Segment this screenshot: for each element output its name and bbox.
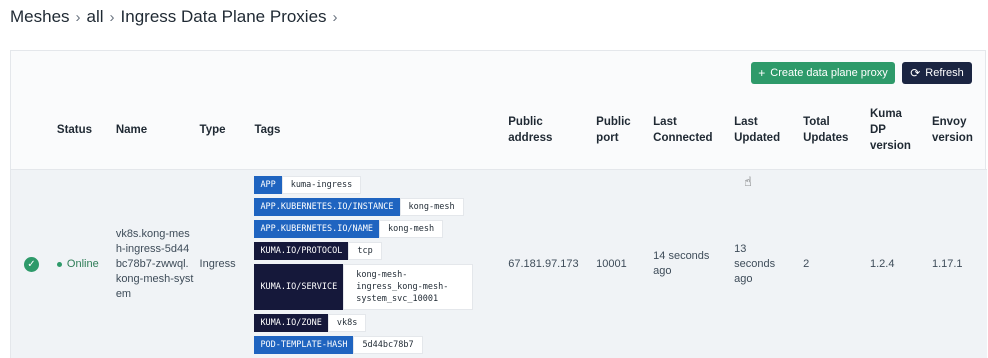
row-select-cell: ✓ — [11, 169, 57, 358]
proxies-table: Status Name Type Tags Public address Pub… — [11, 91, 987, 358]
chevron-right-icon: › — [332, 8, 338, 26]
tag-value: tcp — [348, 242, 382, 261]
breadcrumb-ingress-proxies[interactable]: Ingress Data Plane Proxies — [121, 7, 327, 27]
toolbar: + Create data plane proxy ⟳ Refresh — [751, 62, 972, 84]
header-select — [11, 91, 57, 169]
refresh-icon: ⟳ — [910, 66, 921, 80]
header-public-address[interactable]: Public address — [508, 91, 596, 169]
tag-key: APP — [254, 176, 282, 195]
tag-chip: APP.KUBERNETES.IO/INSTANCE kong-mesh — [254, 198, 508, 217]
tag-value: kong-mesh — [379, 220, 444, 239]
tag-chip: POD-TEMPLATE-HASH 5d44bc78b7 — [254, 336, 508, 355]
table-row[interactable]: ✓ Online vk8s.kong-mesh-ingress-5d44bc78… — [11, 169, 987, 358]
header-kuma-dp-version[interactable]: Kuma DP version — [870, 91, 932, 169]
public-port-cell: 10001 — [596, 257, 627, 270]
tags-list: APP kuma-ingress APP.KUBERNETES.IO/INSTANC… — [254, 174, 508, 355]
check-circle-icon[interactable]: ✓ — [24, 256, 39, 272]
status-cell: Online — [56, 169, 116, 358]
create-proxy-label: Create data plane proxy — [770, 67, 888, 79]
table-header-row: Status Name Type Tags Public address Pub… — [11, 91, 987, 169]
breadcrumb-meshes[interactable]: Meshes — [10, 7, 70, 27]
tag-key: POD-TEMPLATE-HASH — [254, 336, 354, 355]
tag-value: vk8s — [327, 314, 367, 333]
tag-value: kuma-ingress — [281, 176, 362, 195]
tag-key: KUMA.IO/SERVICE — [254, 264, 344, 311]
tag-chip: KUMA.IO/SERVICE kong-mesh-ingress_kong-me… — [254, 264, 508, 311]
type-cell: Ingress — [199, 257, 236, 270]
tag-chip: KUMA.IO/ZONE vk8s — [254, 314, 508, 333]
header-type[interactable]: Type — [200, 91, 255, 169]
tag-key: APP.KUBERNETES.IO/INSTANCE — [254, 198, 400, 217]
proxies-panel: + Create data plane proxy ⟳ Refresh Stat… — [10, 50, 987, 358]
last-connected-cell: 14 seconds ago — [653, 250, 710, 278]
envoy-version-cell: 1.17.1 — [931, 257, 963, 270]
chevron-right-icon: › — [109, 8, 115, 26]
last-updated-cell: 13 seconds ago — [734, 242, 776, 285]
tag-value: kong-mesh-ingress_kong-mesh-system_svc_1… — [343, 264, 474, 311]
tag-chip: APP kuma-ingress — [254, 176, 508, 195]
create-proxy-button[interactable]: + Create data plane proxy — [751, 62, 895, 84]
tag-chip: APP.KUBERNETES.IO/NAME kong-mesh — [254, 220, 508, 239]
proxy-name[interactable]: vk8s.kong-mesh-ingress-5d44bc78b7-zwwql.… — [116, 228, 194, 300]
chevron-right-icon: › — [75, 8, 81, 26]
header-tags[interactable]: Tags — [254, 91, 508, 169]
tag-key: APP.KUBERNETES.IO/NAME — [254, 220, 380, 239]
plus-icon: + — [758, 66, 766, 80]
header-last-connected[interactable]: Last Connected — [653, 91, 734, 169]
refresh-label: Refresh — [925, 67, 964, 79]
total-updates-cell: 2 — [803, 257, 810, 270]
kuma-dp-version-cell: 1.2.4 — [870, 257, 895, 270]
header-envoy-version[interactable]: Envoy version — [932, 91, 987, 169]
tag-chip: KUMA.IO/PROTOCOL tcp — [254, 242, 508, 261]
refresh-button[interactable]: ⟳ Refresh — [902, 62, 972, 84]
public-address-cell: 67.181.97.173 — [508, 257, 579, 270]
status-text: Online — [66, 257, 99, 270]
tag-value: 5d44bc78b7 — [353, 336, 423, 355]
breadcrumb-all[interactable]: all — [87, 7, 104, 27]
tag-key: KUMA.IO/PROTOCOL — [254, 242, 349, 261]
header-status[interactable]: Status — [57, 91, 116, 169]
name-cell: vk8s.kong-mesh-ingress-5d44bc78b7-zwwql.… — [116, 169, 200, 358]
tags-cell: APP kuma-ingress APP.KUBERNETES.IO/INSTANC… — [254, 169, 508, 358]
header-total-updates[interactable]: Total Updates — [803, 91, 870, 169]
tag-key: KUMA.IO/ZONE — [254, 314, 328, 333]
header-last-updated[interactable]: Last Updated — [734, 91, 803, 169]
header-name[interactable]: Name — [116, 91, 200, 169]
header-public-port[interactable]: Public port — [596, 91, 653, 169]
status-badge: Online — [56, 257, 116, 272]
mouse-cursor-icon: ☝ — [744, 174, 752, 189]
breadcrumb: Meshes › all › Ingress Data Plane Proxie… — [10, 6, 344, 28]
online-dot-icon — [56, 261, 62, 267]
tag-value: kong-mesh — [399, 198, 464, 217]
